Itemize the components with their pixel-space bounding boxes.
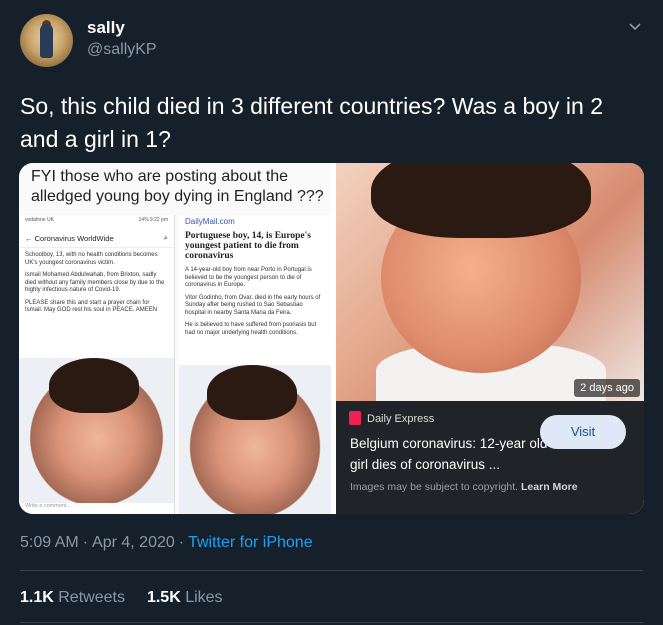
tweet-date[interactable]: Apr 4, 2020 (92, 534, 175, 551)
phone-screenshot-facebook: vodafone UK 14% 9:22 pm ← Coronavirus Wo… (19, 215, 175, 514)
tweet-meta: 5:09 AM · Apr 4, 2020 · Twitter for iPhone (20, 534, 313, 551)
author-handle[interactable]: @sallyKP (87, 41, 157, 59)
comment-placeholder: Write a comment... (25, 503, 72, 509)
media-image-left[interactable]: FYI those who are posting about the alle… (19, 163, 331, 514)
tweet-time[interactable]: 5:09 AM (20, 534, 79, 551)
tweet-stats: 1.1K Retweets 1.5K Likes (20, 589, 223, 607)
media-image-right[interactable]: 2 days ago Daily Express Belgium coronav… (336, 163, 644, 514)
tweet-source-link[interactable]: Twitter for iPhone (188, 534, 313, 551)
author-name[interactable]: sally (87, 18, 125, 38)
time-badge: 2 days ago (574, 379, 640, 397)
likes-stat[interactable]: 1.5K Likes (147, 589, 223, 606)
search-icon: ⌕ (163, 233, 168, 242)
result-source: Daily Express (367, 413, 435, 425)
visit-button[interactable]: Visit (540, 415, 626, 449)
chevron-down-icon[interactable] (627, 18, 643, 34)
post-paragraph: Schoolboy, 13, with no health conditions… (25, 252, 158, 266)
article-body: A 14-year-old boy from near Porto in Por… (179, 263, 331, 346)
post-body: Schoolboy, 13, with no health conditions… (19, 248, 174, 324)
phone-screenshot-dailymail: DailyMail.com Portuguese boy, 14, is Eur… (179, 215, 331, 514)
copyright-notice: Images may be subject to copyright. Lear… (350, 481, 578, 493)
article-headline: Portuguese boy, 14, is Europe's youngest… (185, 231, 311, 261)
result-title[interactable]: Belgium coronavirus: 12-year old girl di… (350, 433, 550, 475)
tweet-media[interactable]: FYI those who are posting about the alle… (19, 163, 644, 514)
boy-photo-large: 2 days ago (336, 163, 644, 401)
author-avatar[interactable] (20, 14, 73, 67)
divider (20, 622, 643, 623)
dailymail-logo: DailyMail.com (185, 217, 235, 226)
divider (20, 570, 643, 571)
post-header: ← Coronavirus WorldWide ⌕ (19, 229, 174, 248)
image-caption: FYI those who are posting about the alle… (31, 168, 324, 205)
post-paragraph: Ismail Mohamed Abdulwahab, from Brixton,… (25, 272, 165, 293)
boy-photo (179, 365, 331, 514)
retweets-stat[interactable]: 1.1K Retweets (20, 589, 125, 606)
tweet-text: So, this child died in 3 different count… (20, 93, 603, 152)
learn-more-link[interactable]: Learn More (521, 481, 578, 493)
post-paragraph: PLEASE share this and start a prayer cha… (25, 299, 158, 314)
article-paragraph: Vitor Godinho, from Ovar, died in the ea… (185, 294, 321, 316)
article-paragraph: He is believed to have suffered from pso… (185, 322, 317, 336)
status-bar: vodafone UK 14% 9:22 pm (25, 217, 168, 223)
daily-express-icon (349, 411, 361, 425)
boy-photo (19, 358, 174, 503)
article-paragraph: A 14-year-old boy from near Porto in Por… (185, 267, 312, 288)
